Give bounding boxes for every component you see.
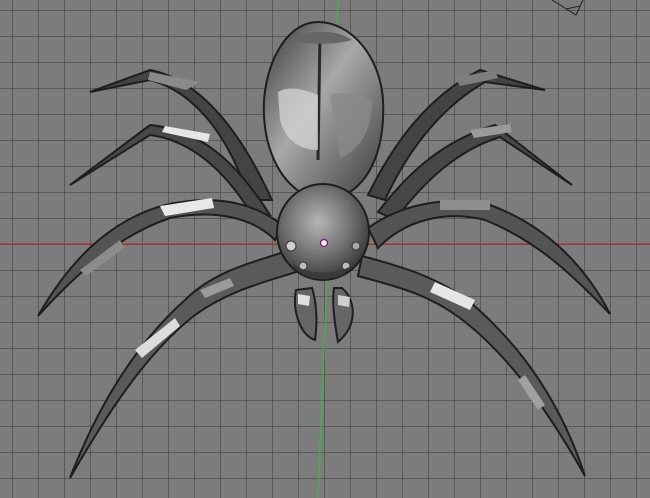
spider-abdomen[interactable] — [262, 20, 385, 193]
object-origin-icon[interactable] — [319, 238, 329, 248]
spider-mesh-icon[interactable] — [37, 20, 611, 479]
right-leg-4[interactable] — [356, 254, 586, 477]
viewport-canvas[interactable] — [0, 0, 650, 498]
eye-icon — [285, 240, 297, 252]
eye-icon — [351, 241, 361, 251]
spider-head[interactable] — [276, 183, 370, 281]
left-leg-3[interactable] — [37, 198, 284, 317]
right-leg-1[interactable] — [366, 68, 546, 202]
camera-corner-icon[interactable] — [551, 0, 584, 16]
spider-fangs[interactable] — [294, 286, 354, 344]
left-leg-4[interactable] — [69, 248, 298, 479]
right-leg-3[interactable] — [366, 200, 611, 315]
3d-viewport[interactable] — [0, 0, 650, 498]
